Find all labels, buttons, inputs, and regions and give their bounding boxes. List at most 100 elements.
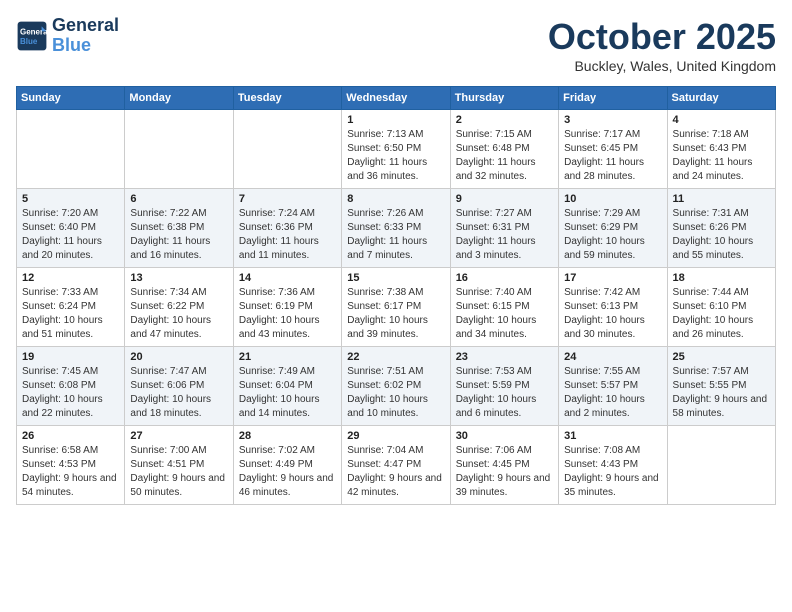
day-number: 11: [673, 193, 770, 205]
day-cell: 18 Sunrise: 7:44 AM Sunset: 6:10 PM Dayl…: [667, 268, 775, 347]
day-number: 21: [239, 351, 336, 363]
day-info: Sunrise: 7:17 AM Sunset: 6:45 PM Dayligh…: [564, 128, 661, 184]
week-row-1: 1 Sunrise: 7:13 AM Sunset: 6:50 PM Dayli…: [17, 110, 776, 189]
day-cell: 10 Sunrise: 7:29 AM Sunset: 6:29 PM Dayl…: [559, 189, 667, 268]
day-cell: 26 Sunrise: 6:58 AM Sunset: 4:53 PM Dayl…: [17, 426, 125, 505]
day-number: 9: [456, 193, 553, 205]
day-cell: 20 Sunrise: 7:47 AM Sunset: 6:06 PM Dayl…: [125, 347, 233, 426]
day-info: Sunrise: 7:04 AM Sunset: 4:47 PM Dayligh…: [347, 444, 444, 500]
day-info: Sunrise: 7:40 AM Sunset: 6:15 PM Dayligh…: [456, 286, 553, 342]
day-number: 25: [673, 351, 770, 363]
day-info: Sunrise: 7:47 AM Sunset: 6:06 PM Dayligh…: [130, 365, 227, 421]
day-cell: 7 Sunrise: 7:24 AM Sunset: 6:36 PM Dayli…: [233, 189, 341, 268]
day-cell: 22 Sunrise: 7:51 AM Sunset: 6:02 PM Dayl…: [342, 347, 450, 426]
day-info: Sunrise: 7:22 AM Sunset: 6:38 PM Dayligh…: [130, 207, 227, 263]
day-cell: [17, 110, 125, 189]
day-cell: 17 Sunrise: 7:42 AM Sunset: 6:13 PM Dayl…: [559, 268, 667, 347]
header-cell-thursday: Thursday: [450, 87, 558, 110]
day-number: 4: [673, 114, 770, 126]
day-cell: 12 Sunrise: 7:33 AM Sunset: 6:24 PM Dayl…: [17, 268, 125, 347]
day-info: Sunrise: 7:33 AM Sunset: 6:24 PM Dayligh…: [22, 286, 119, 342]
logo: General Blue General Blue: [16, 16, 119, 56]
day-info: Sunrise: 7:45 AM Sunset: 6:08 PM Dayligh…: [22, 365, 119, 421]
day-info: Sunrise: 7:18 AM Sunset: 6:43 PM Dayligh…: [673, 128, 770, 184]
day-info: Sunrise: 7:24 AM Sunset: 6:36 PM Dayligh…: [239, 207, 336, 263]
day-number: 13: [130, 272, 227, 284]
day-cell: [125, 110, 233, 189]
day-cell: [233, 110, 341, 189]
day-info: Sunrise: 7:15 AM Sunset: 6:48 PM Dayligh…: [456, 128, 553, 184]
day-cell: 3 Sunrise: 7:17 AM Sunset: 6:45 PM Dayli…: [559, 110, 667, 189]
logo-icon: General Blue: [16, 20, 48, 52]
day-number: 10: [564, 193, 661, 205]
day-info: Sunrise: 6:58 AM Sunset: 4:53 PM Dayligh…: [22, 444, 119, 500]
day-cell: 14 Sunrise: 7:36 AM Sunset: 6:19 PM Dayl…: [233, 268, 341, 347]
day-number: 30: [456, 430, 553, 442]
header-cell-saturday: Saturday: [667, 87, 775, 110]
day-info: Sunrise: 7:02 AM Sunset: 4:49 PM Dayligh…: [239, 444, 336, 500]
header-row: SundayMondayTuesdayWednesdayThursdayFrid…: [17, 87, 776, 110]
day-info: Sunrise: 7:00 AM Sunset: 4:51 PM Dayligh…: [130, 444, 227, 500]
day-number: 1: [347, 114, 444, 126]
day-info: Sunrise: 7:06 AM Sunset: 4:45 PM Dayligh…: [456, 444, 553, 500]
location: Buckley, Wales, United Kingdom: [548, 58, 776, 74]
day-number: 20: [130, 351, 227, 363]
day-number: 5: [22, 193, 119, 205]
day-number: 14: [239, 272, 336, 284]
day-cell: 11 Sunrise: 7:31 AM Sunset: 6:26 PM Dayl…: [667, 189, 775, 268]
day-number: 8: [347, 193, 444, 205]
day-info: Sunrise: 7:51 AM Sunset: 6:02 PM Dayligh…: [347, 365, 444, 421]
calendar-table: SundayMondayTuesdayWednesdayThursdayFrid…: [16, 86, 776, 505]
day-info: Sunrise: 7:57 AM Sunset: 5:55 PM Dayligh…: [673, 365, 770, 421]
day-info: Sunrise: 7:27 AM Sunset: 6:31 PM Dayligh…: [456, 207, 553, 263]
day-cell: 15 Sunrise: 7:38 AM Sunset: 6:17 PM Dayl…: [342, 268, 450, 347]
day-cell: [667, 426, 775, 505]
day-cell: 25 Sunrise: 7:57 AM Sunset: 5:55 PM Dayl…: [667, 347, 775, 426]
day-cell: 1 Sunrise: 7:13 AM Sunset: 6:50 PM Dayli…: [342, 110, 450, 189]
day-number: 28: [239, 430, 336, 442]
day-number: 24: [564, 351, 661, 363]
day-info: Sunrise: 7:49 AM Sunset: 6:04 PM Dayligh…: [239, 365, 336, 421]
day-cell: 28 Sunrise: 7:02 AM Sunset: 4:49 PM Dayl…: [233, 426, 341, 505]
day-number: 16: [456, 272, 553, 284]
day-number: 27: [130, 430, 227, 442]
day-info: Sunrise: 7:08 AM Sunset: 4:43 PM Dayligh…: [564, 444, 661, 500]
day-info: Sunrise: 7:38 AM Sunset: 6:17 PM Dayligh…: [347, 286, 444, 342]
day-cell: 30 Sunrise: 7:06 AM Sunset: 4:45 PM Dayl…: [450, 426, 558, 505]
day-info: Sunrise: 7:31 AM Sunset: 6:26 PM Dayligh…: [673, 207, 770, 263]
week-row-2: 5 Sunrise: 7:20 AM Sunset: 6:40 PM Dayli…: [17, 189, 776, 268]
header-cell-wednesday: Wednesday: [342, 87, 450, 110]
logo-text-line1: General: [52, 16, 119, 36]
day-info: Sunrise: 7:20 AM Sunset: 6:40 PM Dayligh…: [22, 207, 119, 263]
day-info: Sunrise: 7:13 AM Sunset: 6:50 PM Dayligh…: [347, 128, 444, 184]
day-number: 18: [673, 272, 770, 284]
day-info: Sunrise: 7:36 AM Sunset: 6:19 PM Dayligh…: [239, 286, 336, 342]
day-info: Sunrise: 7:42 AM Sunset: 6:13 PM Dayligh…: [564, 286, 661, 342]
day-cell: 9 Sunrise: 7:27 AM Sunset: 6:31 PM Dayli…: [450, 189, 558, 268]
day-cell: 5 Sunrise: 7:20 AM Sunset: 6:40 PM Dayli…: [17, 189, 125, 268]
day-number: 26: [22, 430, 119, 442]
day-cell: 27 Sunrise: 7:00 AM Sunset: 4:51 PM Dayl…: [125, 426, 233, 505]
title-block: October 2025 Buckley, Wales, United King…: [548, 16, 776, 74]
day-cell: 29 Sunrise: 7:04 AM Sunset: 4:47 PM Dayl…: [342, 426, 450, 505]
day-number: 29: [347, 430, 444, 442]
day-cell: 13 Sunrise: 7:34 AM Sunset: 6:22 PM Dayl…: [125, 268, 233, 347]
day-cell: 6 Sunrise: 7:22 AM Sunset: 6:38 PM Dayli…: [125, 189, 233, 268]
header-cell-friday: Friday: [559, 87, 667, 110]
day-info: Sunrise: 7:26 AM Sunset: 6:33 PM Dayligh…: [347, 207, 444, 263]
page-header: General Blue General Blue October 2025 B…: [16, 16, 776, 74]
header-cell-sunday: Sunday: [17, 87, 125, 110]
logo-text-line2: Blue: [52, 36, 119, 56]
day-cell: 21 Sunrise: 7:49 AM Sunset: 6:04 PM Dayl…: [233, 347, 341, 426]
week-row-3: 12 Sunrise: 7:33 AM Sunset: 6:24 PM Dayl…: [17, 268, 776, 347]
day-cell: 19 Sunrise: 7:45 AM Sunset: 6:08 PM Dayl…: [17, 347, 125, 426]
day-info: Sunrise: 7:29 AM Sunset: 6:29 PM Dayligh…: [564, 207, 661, 263]
day-number: 31: [564, 430, 661, 442]
day-number: 23: [456, 351, 553, 363]
day-number: 19: [22, 351, 119, 363]
day-number: 12: [22, 272, 119, 284]
week-row-4: 19 Sunrise: 7:45 AM Sunset: 6:08 PM Dayl…: [17, 347, 776, 426]
day-number: 2: [456, 114, 553, 126]
header-cell-monday: Monday: [125, 87, 233, 110]
day-cell: 8 Sunrise: 7:26 AM Sunset: 6:33 PM Dayli…: [342, 189, 450, 268]
